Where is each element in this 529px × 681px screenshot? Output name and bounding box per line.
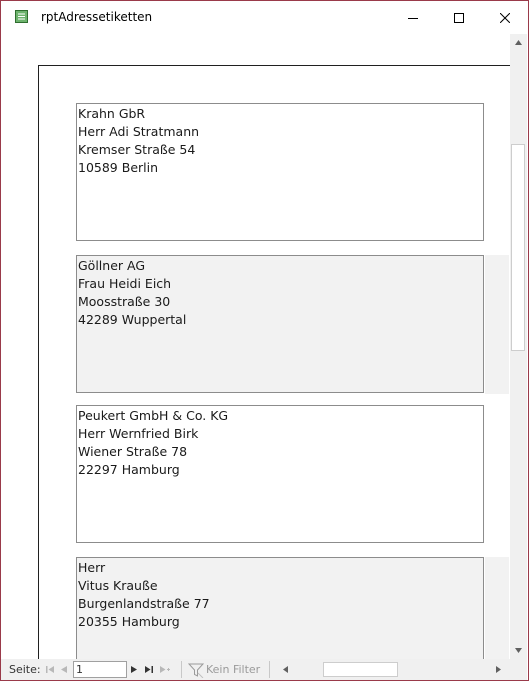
page-number-input[interactable]: 1 <box>73 661 127 678</box>
label-street: Burgenlandstraße 77 <box>78 596 210 611</box>
last-page-icon <box>145 666 153 673</box>
record-navigation-bar: Seite: 1 Kein Filter <box>1 659 510 680</box>
report-page: Krahn GbR Herr Adi Stratmann Kremser Str… <box>38 65 510 659</box>
label-company: Krahn GbR <box>78 106 146 121</box>
minimize-icon <box>408 17 418 19</box>
vertical-scrollbar[interactable] <box>510 34 527 659</box>
arrow-down-icon <box>515 648 522 653</box>
previous-page-icon <box>61 666 67 673</box>
no-filter-button[interactable]: Kein Filter <box>206 663 260 676</box>
close-icon <box>500 12 510 23</box>
minimize-button[interactable] <box>390 1 436 34</box>
scroll-left-button[interactable] <box>277 661 294 678</box>
vertical-scroll-thumb[interactable] <box>511 144 525 351</box>
nav-separator <box>181 661 182 678</box>
label-company: Peukert GmbH & Co. KG <box>78 408 229 423</box>
label-street: Kremser Straße 54 <box>78 142 196 157</box>
label-salutation: Herr <box>78 560 106 575</box>
first-page-button[interactable] <box>43 661 57 678</box>
address-label: Herr Vitus Krauße Burgenlandstraße 77 20… <box>76 557 484 659</box>
label-contact: Frau Heidi Eich <box>78 276 172 291</box>
title-bar[interactable]: rptAdressetiketten <box>1 1 528 34</box>
label-city: 20355 Hamburg <box>78 614 180 629</box>
nav-separator <box>269 661 270 678</box>
label-contact: Herr Adi Stratmann <box>78 124 200 139</box>
horizontal-scrollbar[interactable] <box>277 661 507 678</box>
report-preview-area: Krahn GbR Herr Adi Stratmann Kremser Str… <box>2 34 510 659</box>
next-page-button[interactable] <box>127 661 141 678</box>
detail-band-shading <box>485 255 509 394</box>
label-city: 22297 Hamburg <box>78 462 180 477</box>
new-record-icon <box>160 666 170 673</box>
address-label: Peukert GmbH & Co. KG Herr Wernfried Bir… <box>76 405 484 543</box>
report-window: rptAdressetiketten Krahn GbR Herr Adi St… <box>0 0 529 681</box>
scroll-right-button[interactable] <box>490 661 507 678</box>
last-page-button[interactable] <box>142 661 156 678</box>
scroll-down-button[interactable] <box>510 642 527 659</box>
label-contact: Herr Wernfried Birk <box>78 426 199 441</box>
first-page-icon <box>46 666 54 673</box>
new-page-button[interactable] <box>158 661 172 678</box>
arrow-right-icon <box>496 666 501 673</box>
arrow-up-icon <box>515 40 522 45</box>
page-label: Seite: <box>9 663 41 676</box>
filter-icon <box>188 663 204 678</box>
label-contact: Vitus Krauße <box>78 578 158 593</box>
label-city: 42289 Wuppertal <box>78 312 187 327</box>
address-label: Krahn GbR Herr Adi Stratmann Kremser Str… <box>76 103 484 241</box>
arrow-left-icon <box>283 666 288 673</box>
next-page-icon <box>131 666 137 673</box>
detail-band-shading <box>485 557 509 659</box>
scrollbar-corner <box>510 659 527 680</box>
scroll-up-button[interactable] <box>510 34 527 51</box>
address-label: Göllner AG Frau Heidi Eich Moosstraße 30… <box>76 255 484 393</box>
report-icon <box>15 10 28 23</box>
close-button[interactable] <box>482 1 528 34</box>
previous-page-button[interactable] <box>57 661 71 678</box>
maximize-icon <box>454 12 464 23</box>
window-title: rptAdressetiketten <box>41 10 153 24</box>
label-street: Wiener Straße 78 <box>78 444 188 459</box>
label-city: 10589 Berlin <box>78 160 159 175</box>
label-street: Moosstraße 30 <box>78 294 171 309</box>
maximize-button[interactable] <box>436 1 482 34</box>
label-company: Göllner AG <box>78 258 146 273</box>
horizontal-scroll-thumb[interactable] <box>323 662 398 677</box>
